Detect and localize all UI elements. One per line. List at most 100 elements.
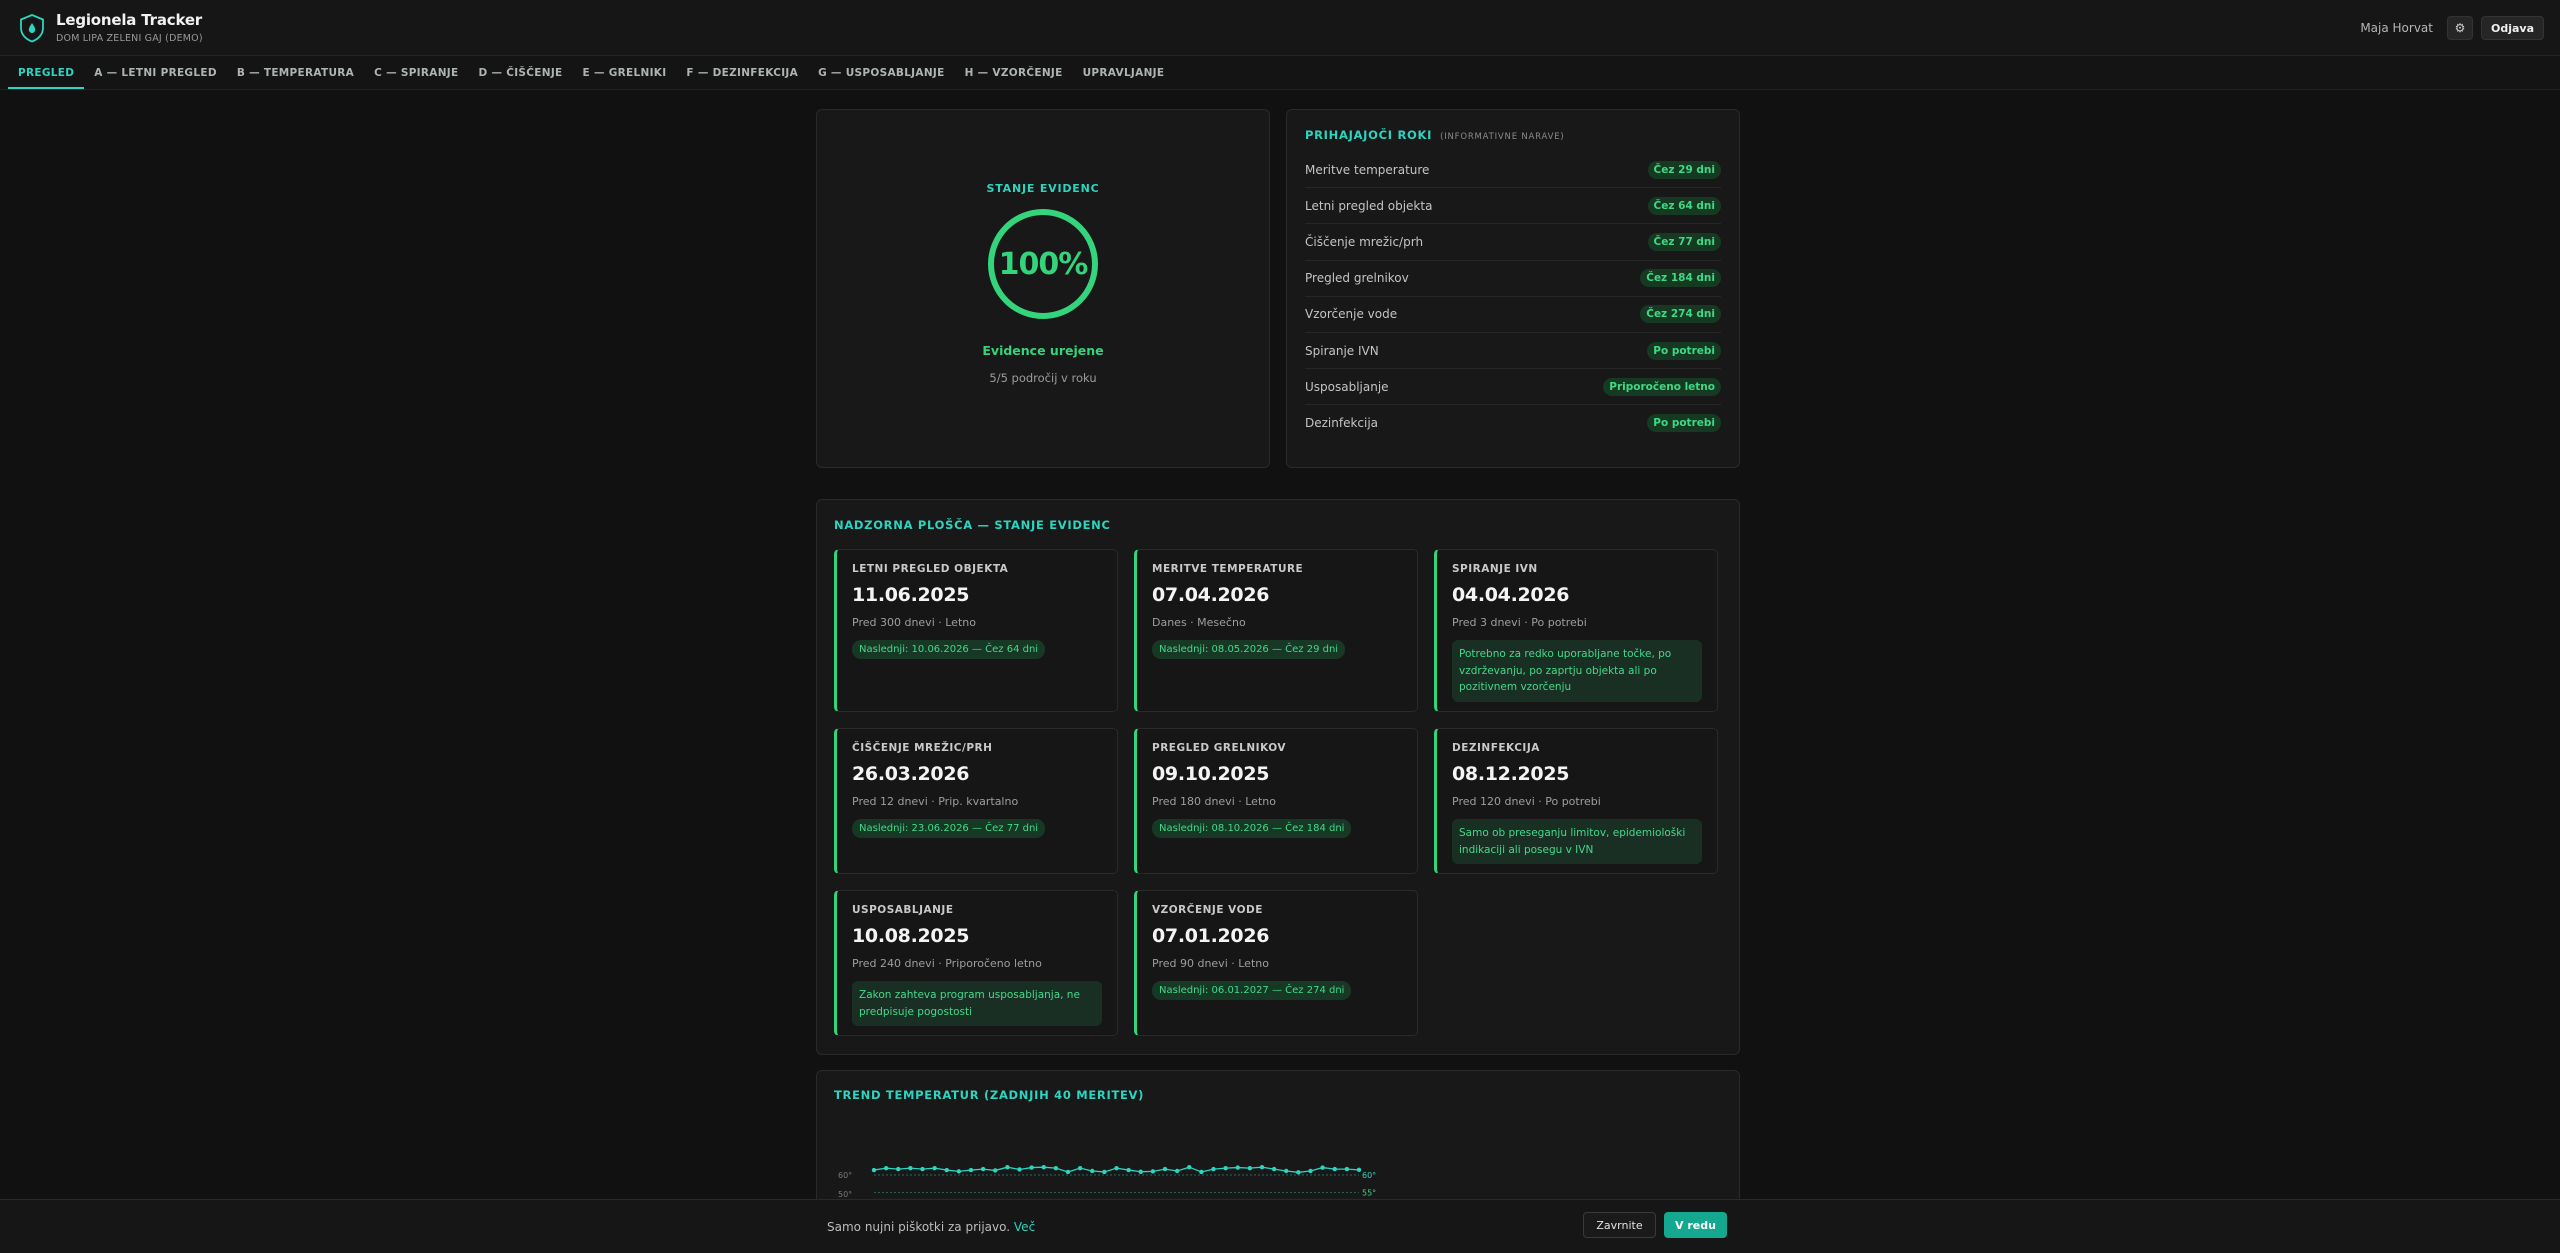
tab-letni-pregled[interactable]: A — LETNI PREGLED — [84, 56, 227, 89]
dashboard-title: NADZORNA PLOŠČA — STANJE EVIDENC — [834, 518, 1111, 532]
temperature-point — [871, 1167, 877, 1173]
deadline-label: Vzorčenje vode — [1305, 307, 1398, 322]
cookie-banner: Samo nujni piškotki za prijavo. Več Zavr… — [0, 1199, 2560, 1253]
tile-dezinfekcija[interactable]: DEZINFEKCIJA 08.12.2025 Pred 120 dnevi ·… — [1434, 728, 1718, 874]
temperature-point — [1344, 1166, 1350, 1172]
tile-usposabljanje[interactable]: USPOSABLJANJE 10.08.2025 Pred 240 dnevi … — [834, 890, 1118, 1036]
cookie-message: Samo nujni piškotki za prijavo. — [827, 1220, 1011, 1234]
status-ring: 100% — [988, 209, 1098, 319]
tile-meritve-temperature[interactable]: MERITVE TEMPERATURE 07.04.2026 Danes · M… — [1134, 549, 1418, 712]
tab-dezinfekcija[interactable]: F — DEZINFEKCIJA — [676, 56, 808, 89]
temperature-point — [1271, 1166, 1277, 1172]
tile-date: 07.01.2026 — [1152, 925, 1270, 947]
temperature-point — [932, 1165, 937, 1171]
temperature-trend-card: TREND TEMPERATUR (ZADNJIH 40 MERITEV) 60… — [816, 1070, 1740, 1210]
cookie-accept-button[interactable]: V redu — [1664, 1212, 1727, 1238]
tile-next-badge: Naslednji: 10.06.2026 — Čez 64 dni — [852, 640, 1046, 659]
tile-next-badge: Naslednji: 23.06.2026 — Čez 77 dni — [852, 819, 1046, 838]
y-tick-label: 60° — [838, 1171, 852, 1180]
deadline-row: Pregled grelnikov Čez 184 dni — [1305, 261, 1721, 297]
temperature-point — [1090, 1168, 1095, 1174]
temperature-point — [1174, 1168, 1180, 1174]
tile-title: DEZINFEKCIJA — [1452, 742, 1540, 754]
deadline-badge: Čez 64 dni — [1647, 196, 1721, 215]
tile-title: MERITVE TEMPERATURE — [1152, 563, 1304, 575]
deadline-label: Dezinfekcija — [1305, 416, 1379, 431]
tile-date: 10.08.2025 — [852, 925, 970, 947]
tile-note: Samo ob preseganju limitov, epidemiološk… — [1452, 819, 1702, 864]
tile-date: 04.04.2026 — [1452, 584, 1570, 606]
tab-pregled[interactable]: PREGLED — [8, 56, 85, 89]
y-tick-label: 50° — [838, 1190, 852, 1199]
deadline-badge: Čez 184 dni — [1640, 269, 1721, 288]
deadline-row: Spiranje IVN Po potrebi — [1305, 333, 1721, 370]
temperature-point — [1077, 1165, 1083, 1171]
tab-vzorcenje[interactable]: H — VZORČENJE — [955, 56, 1073, 89]
temperature-point — [1320, 1165, 1325, 1170]
tile-note: Zakon zahteva program usposabljanja, ne … — [852, 981, 1102, 1026]
deadline-badge: Po potrebi — [1647, 341, 1721, 360]
tile-note: Potrebno za redko uporabljane točke, po … — [1452, 640, 1702, 702]
temperature-point — [908, 1165, 913, 1171]
app-title: Legionela Tracker — [56, 11, 202, 29]
tile-pregled-grelnikov[interactable]: PREGLED GRELNIKOV 09.10.2025 Pred 180 dn… — [1134, 728, 1418, 874]
temperature-point — [944, 1167, 949, 1173]
brand: Legionela Tracker DOM LIPA ZELENI GAJ (D… — [56, 11, 203, 44]
deadline-label: Letni pregled objekta — [1305, 198, 1433, 213]
reference-label-60: 60° — [1362, 1171, 1376, 1180]
user-name: Maja Horvat — [2360, 21, 2433, 35]
deadline-badge: Čez 29 dni — [1647, 160, 1721, 179]
temperature-point — [1308, 1168, 1313, 1174]
tile-next-badge: Naslednji: 08.10.2026 — Čez 184 dni — [1152, 819, 1352, 838]
temperature-point — [1053, 1165, 1059, 1171]
temperature-point — [1247, 1165, 1253, 1171]
tile-ciscenje[interactable]: ČIŠČENJE MREŽIC/PRH 26.03.2026 Pred 12 d… — [834, 728, 1118, 874]
tile-title: USPOSABLJANJE — [852, 904, 954, 916]
app-header: Legionela Tracker DOM LIPA ZELENI GAJ (D… — [0, 0, 2560, 56]
temperature-point — [920, 1166, 925, 1172]
deadline-row: Vzorčenje vode Čez 274 dni — [1305, 297, 1721, 333]
logout-button[interactable]: Odjava — [2480, 16, 2544, 40]
tile-title: LETNI PREGLED OBJEKTA — [852, 563, 1009, 575]
tab-grelniki[interactable]: E — GRELNIKI — [573, 56, 677, 89]
tile-date: 09.10.2025 — [1152, 763, 1270, 785]
records-status-card: STANJE EVIDENC 100% Evidence urejene 5/5… — [816, 109, 1270, 468]
temperature-point — [1296, 1170, 1301, 1175]
cookie-decline-button[interactable]: Zavrnite — [1583, 1212, 1656, 1238]
status-text: Evidence urejene — [982, 343, 1104, 358]
tile-date: 26.03.2026 — [852, 763, 970, 785]
facility-name: DOM LIPA ZELENI GAJ (DEMO) — [56, 33, 203, 44]
tile-meta: Pred 3 dnevi · Po potrebi — [1452, 616, 1587, 629]
tab-temperatura[interactable]: B — TEMPERATURA — [227, 56, 364, 89]
temperature-point — [1065, 1169, 1071, 1175]
cookie-more-link[interactable]: Več — [1014, 1220, 1035, 1234]
tile-title: SPIRANJE IVN — [1452, 563, 1538, 575]
tile-date: 11.06.2025 — [852, 584, 970, 606]
temperature-point — [1162, 1166, 1168, 1172]
temperature-point — [1114, 1165, 1119, 1171]
tab-usposabljanje[interactable]: G — USPOSABLJANJE — [808, 56, 955, 89]
shield-drop-icon — [20, 13, 44, 42]
dashboard-card: NADZORNA PLOŠČA — STANJE EVIDENC LETNI P… — [816, 499, 1740, 1055]
tab-upravljanje[interactable]: UPRAVLJANJE — [1073, 56, 1175, 89]
deadline-label: Usposabljanje — [1305, 379, 1389, 394]
tile-spiranje-ivn[interactable]: SPIRANJE IVN 04.04.2026 Pred 3 dnevi · P… — [1434, 549, 1718, 712]
temperature-point — [1138, 1169, 1143, 1174]
tile-letni-pregled[interactable]: LETNI PREGLED OBJEKTA 11.06.2025 Pred 30… — [834, 549, 1118, 712]
tile-meta: Pred 180 dnevi · Letno — [1152, 795, 1276, 808]
tile-vzorcenje-vode[interactable]: VZORČENJE VODE 07.01.2026 Pred 90 dnevi … — [1134, 890, 1418, 1036]
tile-date: 08.12.2025 — [1452, 763, 1570, 785]
tab-ciscenje[interactable]: D — ČIŠČENJE — [468, 56, 572, 89]
tile-meta: Pred 300 dnevi · Letno — [852, 616, 976, 629]
temperature-point — [883, 1165, 889, 1171]
deadline-row: Dezinfekcija Po potrebi — [1305, 405, 1721, 441]
temperature-point — [1126, 1167, 1131, 1173]
deadline-row: Letni pregled objekta Čez 64 dni — [1305, 188, 1721, 225]
tab-spiranje[interactable]: C — SPIRANJE — [364, 56, 468, 89]
overview-content: STANJE EVIDENC 100% Evidence urejene 5/5… — [816, 109, 1740, 1210]
tile-meta: Pred 12 dnevi · Prip. kvartalno — [852, 795, 1019, 808]
temperature-point — [1187, 1165, 1192, 1170]
settings-button[interactable]: ⚙ — [2446, 16, 2473, 40]
temperature-point — [1211, 1166, 1216, 1172]
tile-meta: Pred 120 dnevi · Po potrebi — [1452, 795, 1601, 808]
